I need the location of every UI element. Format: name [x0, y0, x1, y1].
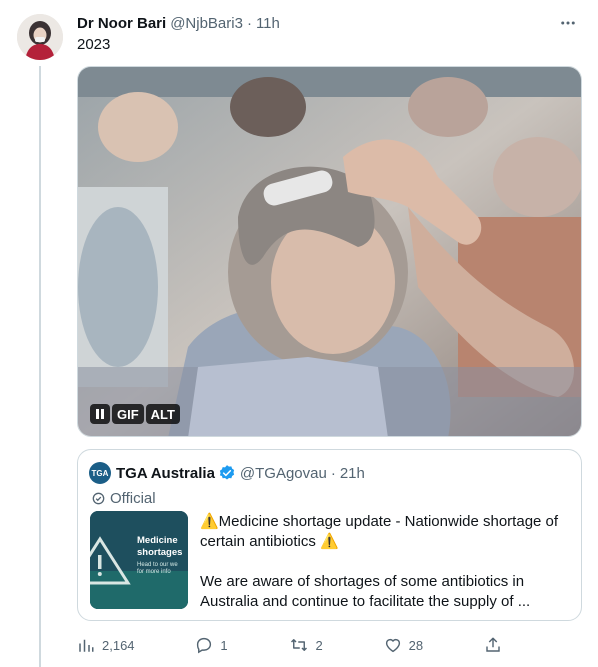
- reply-button[interactable]: 1: [195, 636, 228, 654]
- quote-avatar[interactable]: TGA: [89, 462, 111, 484]
- views-count: 2,164: [102, 637, 135, 653]
- gif-badge: GIF: [112, 404, 144, 424]
- thumbnail-subtitle: Head to our we for more info: [137, 562, 178, 576]
- thumbnail-subtitle-line2: for more info: [137, 569, 171, 575]
- retweet-count: 2: [315, 637, 323, 653]
- quote-header: TGA TGA Australia @TGAgovau · 21h: [89, 462, 365, 484]
- share-icon: [484, 636, 502, 654]
- official-label: Official: [92, 488, 156, 508]
- thumbnail-subtitle-line1: Head to our we: [137, 562, 178, 568]
- separator: ·: [330, 464, 336, 482]
- avatar-image: [17, 14, 63, 60]
- share-button[interactable]: [484, 636, 502, 654]
- media-badges: GIF ALT: [90, 404, 180, 424]
- like-button[interactable]: 28: [384, 636, 423, 654]
- tweet-header: Dr Noor Bari @NjbBari3 · 11h: [77, 13, 584, 33]
- official-label-text: Official: [110, 489, 156, 507]
- tweet-media[interactable]: GIF ALT: [77, 66, 582, 437]
- reply-icon: [195, 636, 213, 654]
- author-handle[interactable]: @NjbBari3: [170, 15, 243, 32]
- media-image: [78, 67, 581, 436]
- thumbnail-title-line2: shortages: [137, 547, 183, 558]
- heart-icon: [384, 636, 402, 654]
- quote-thumbnail[interactable]: Medicine shortages Head to our we for mo…: [90, 511, 188, 609]
- tweet-time[interactable]: 11h: [256, 15, 280, 32]
- verified-badge-icon: [218, 464, 236, 482]
- thumbnail-title: Medicine shortages: [137, 535, 182, 559]
- alt-badge[interactable]: ALT: [145, 404, 180, 424]
- action-bar: 2,164 1 2 28: [77, 633, 502, 657]
- author-name[interactable]: Dr Noor Bari: [77, 15, 166, 32]
- views-icon: [77, 636, 95, 654]
- retweet-icon: [289, 636, 309, 654]
- reply-count: 1: [220, 637, 228, 653]
- quote-text-line1: ⚠️Medicine shortage update - Nationwide …: [200, 513, 559, 550]
- official-check-icon: [92, 492, 105, 505]
- avatar[interactable]: [17, 14, 63, 60]
- retweet-button[interactable]: 2: [289, 636, 323, 654]
- quote-author-name[interactable]: TGA Australia: [116, 465, 215, 482]
- quoted-tweet[interactable]: TGA TGA Australia @TGAgovau · 21h Offici…: [77, 449, 582, 621]
- quote-text-line2: We are aware of shortages of some antibi…: [200, 573, 531, 610]
- quote-time[interactable]: 21h: [340, 465, 365, 482]
- views-button[interactable]: 2,164: [77, 636, 135, 654]
- warning-icon: [90, 511, 188, 609]
- quote-author-handle[interactable]: @TGAgovau: [240, 465, 327, 482]
- quote-text: ⚠️Medicine shortage update - Nationwide …: [200, 512, 575, 612]
- separator: ·: [246, 14, 252, 32]
- tweet-text: 2023: [77, 36, 111, 53]
- thread-line: [39, 66, 41, 667]
- like-count: 28: [408, 637, 424, 653]
- thumbnail-title-line1: Medicine: [137, 535, 178, 546]
- pause-icon[interactable]: [90, 404, 110, 424]
- more-horizontal-icon[interactable]: [556, 13, 580, 33]
